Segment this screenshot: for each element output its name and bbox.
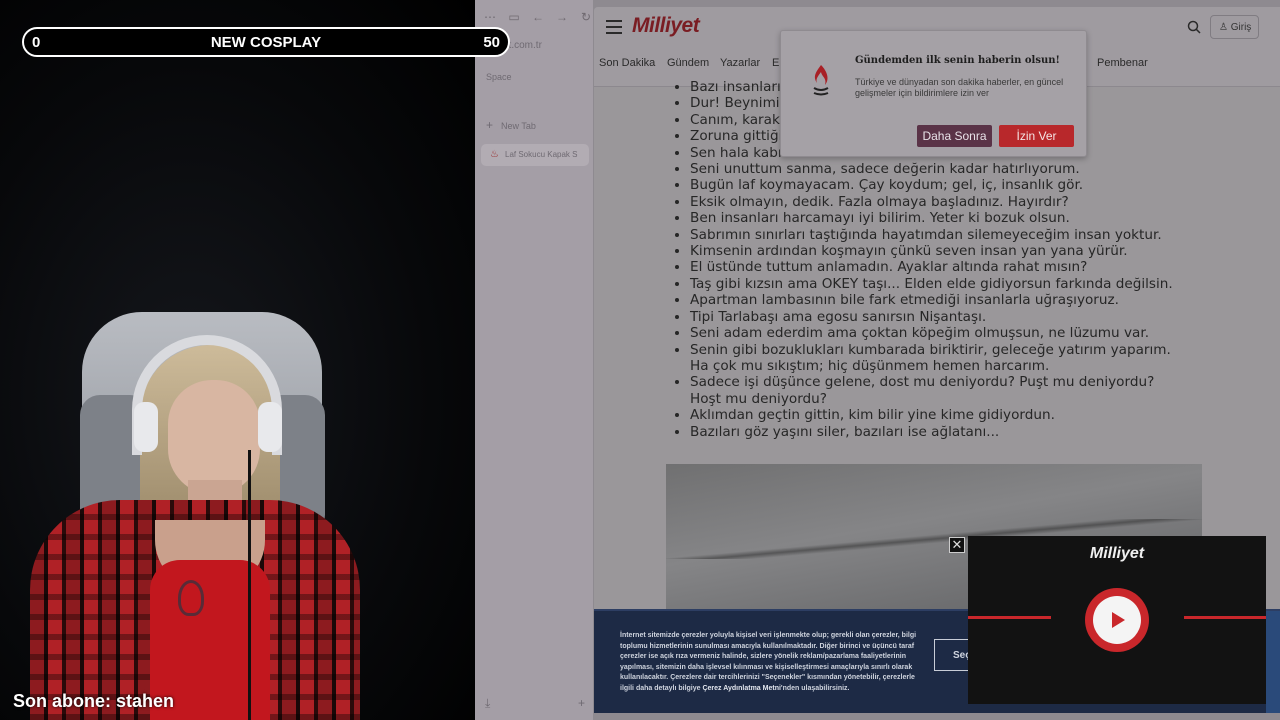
nav-son-dakika[interactable]: Son Dakika bbox=[599, 57, 655, 69]
quote-item: Ben insanları harcamayı iyi bilirim. Yet… bbox=[690, 210, 1246, 226]
quote-item: Seni adam ederdim ama çoktan köpeğim olm… bbox=[690, 325, 1246, 341]
tab-active[interactable]: ♨ Laf Sokucu Kapak S bbox=[481, 144, 589, 166]
quote-item: Bugün laf koymayacam. Çay koydum; gel, i… bbox=[690, 177, 1246, 193]
more-icon[interactable]: ⋯ bbox=[483, 10, 497, 24]
video-player[interactable]: Milliyet bbox=[968, 536, 1266, 704]
webcam-feed bbox=[0, 0, 475, 720]
play-button[interactable] bbox=[1085, 588, 1149, 652]
quote-item: Apartman lambasının bile fark etmediği i… bbox=[690, 292, 1246, 308]
quote-item: Senin gibi bozuklukları kumbarada birikt… bbox=[690, 342, 1246, 358]
quote-item: Eksik olmayın, dedik. Fazla olmaya başla… bbox=[690, 194, 1246, 210]
quote-item: El üstünde tuttum anlamadın. Ayaklar alt… bbox=[690, 259, 1246, 275]
cookie-text: İnternet sitemizde çerezler yoluyla kişi… bbox=[620, 632, 917, 692]
back-icon[interactable]: ← bbox=[531, 10, 545, 24]
milliyet-flame-icon bbox=[813, 65, 829, 96]
new-tab-button[interactable]: + New Tab bbox=[486, 118, 536, 132]
notification-title: Gündemden ilk senin haberin olsun! bbox=[855, 55, 1060, 66]
download-icon[interactable]: ⤓ bbox=[485, 696, 490, 711]
quote-item: Tipi Tarlabaşı ama egosu sanırsın Nişant… bbox=[690, 309, 1246, 325]
cookie-policy-link[interactable]: Çerez Aydınlatma Metni bbox=[702, 685, 780, 692]
sidebar-toggle-icon[interactable]: ▭ bbox=[507, 10, 521, 24]
notification-body: Türkiye ve dünyadan son dakika haberler,… bbox=[855, 77, 1064, 98]
goal-target: 50 bbox=[483, 34, 500, 51]
nav-gundem[interactable]: Gündem bbox=[667, 57, 709, 69]
video-logo: Milliyet bbox=[1089, 545, 1145, 562]
quote-item: Aklımdan geçtin gittin, kim bilir yine k… bbox=[690, 407, 1246, 423]
video-close-button[interactable]: ✕ bbox=[949, 537, 965, 553]
headphone-cable bbox=[248, 450, 251, 720]
milliyet-favicon-icon: ♨ bbox=[490, 149, 499, 160]
tattoo bbox=[178, 580, 204, 616]
login-button[interactable]: ♙ Giriş bbox=[1210, 15, 1259, 39]
quote-item: Sabrımın sınırları taştığında hayatımdan… bbox=[690, 227, 1246, 243]
reload-icon[interactable]: ↻ bbox=[579, 10, 593, 24]
allow-button[interactable]: İzin Ver bbox=[999, 125, 1074, 147]
quote-item: Hoşt mu deniyordu? bbox=[690, 390, 828, 407]
nav-yazarlar[interactable]: Yazarlar bbox=[720, 57, 760, 69]
space-label: Space bbox=[486, 72, 512, 82]
goal-progress-bar: 0 NEW COSPLAY 50 bbox=[22, 27, 510, 57]
plus-icon: + bbox=[486, 118, 494, 132]
stream-frame: ⋯ ▭ ← → ↻ et.com.tr Space + New Tab ♨ Laf … bbox=[0, 0, 1280, 720]
quote-item: Seni unuttum sanma, sadece değerin kadar… bbox=[690, 161, 1246, 177]
quote-item: Kimsenin ardından koşmayın çünkü seven i… bbox=[690, 243, 1246, 259]
browser-sidebar: ⋯ ▭ ← → ↻ et.com.tr Space + New Tab ♨ Laf … bbox=[475, 0, 593, 720]
goal-title: NEW COSPLAY bbox=[210, 34, 322, 51]
user-icon: ♙ bbox=[1219, 22, 1228, 33]
quote-item: Taş gibi kızsın ama OKEY taşı... Elden e… bbox=[690, 276, 1246, 292]
site-logo[interactable]: Milliyet bbox=[632, 14, 700, 38]
nav-item-partial[interactable]: E bbox=[772, 57, 779, 69]
forward-icon[interactable]: → bbox=[555, 10, 569, 24]
quote-item: Bazıları göz yaşını siler, bazıları ise … bbox=[690, 424, 1246, 440]
notification-popup: Gündemden ilk senin haberin olsun! Türki… bbox=[780, 30, 1087, 157]
play-icon bbox=[1112, 612, 1125, 628]
last-subscriber: Son abone: stahen bbox=[13, 691, 175, 711]
sidebar-toolbar: ⋯ ▭ ← → ↻ bbox=[483, 10, 593, 24]
add-icon[interactable]: + bbox=[578, 696, 585, 711]
menu-icon[interactable] bbox=[606, 20, 622, 38]
search-icon[interactable] bbox=[1187, 20, 1201, 34]
nav-pembenar[interactable]: Pembenar bbox=[1097, 57, 1148, 69]
later-button[interactable]: Daha Sonra bbox=[917, 125, 992, 147]
quote-item: Sadece işi düşünce gelene, dost mu deniy… bbox=[690, 374, 1246, 390]
quote-item: Ha çok mu sıkıştım; hiç düşünmem hemen h… bbox=[690, 357, 1050, 374]
